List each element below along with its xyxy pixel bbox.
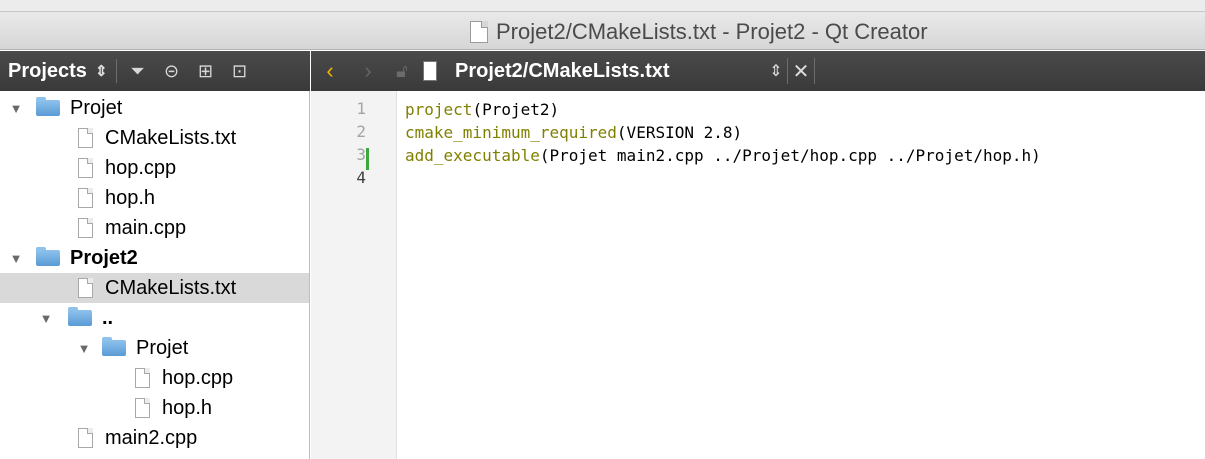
tree-item-label: .. [102,306,114,329]
tree-item-label: hop.h [162,396,213,419]
tree-item-file[interactable]: hop.cpp [0,153,309,183]
tree-item-label: Projet [70,96,123,119]
project-tree: ▼ Projet CMakeLists.txt hop.cpp hop.h ma… [0,91,309,453]
tree-item-file[interactable]: hop.cpp [0,363,309,393]
close-pane-icon[interactable]: ⊡ [227,61,253,82]
project-sidebar: Projects ⇕ ⏷ ⊝ ⊞ ⊡ ▼ Projet CMakeLists.t… [0,51,310,459]
tree-item-file[interactable]: CMakeLists.txt [0,123,309,153]
file-icon [78,128,93,148]
cmake-command: add_executable [405,146,540,165]
document-icon [423,61,437,81]
expand-arrow-icon[interactable]: ▼ [76,341,92,356]
folder-icon [68,307,92,326]
tree-item-label: main2.cpp [105,426,198,449]
file-icon [135,368,150,388]
tree-item-file[interactable]: hop.h [0,393,309,423]
cmake-command: cmake_minimum_required [405,123,617,142]
code-line[interactable]: cmake_minimum_required(VERSION 2.8) [405,121,1041,144]
tree-item-file[interactable]: main2.cpp [0,423,309,453]
sidebar-toolbar: Projects ⇕ ⏷ ⊝ ⊞ ⊡ [0,51,310,91]
tree-item-parent-dir[interactable]: ▼ .. [0,303,309,333]
cmake-args: (VERSION 2.8) [616,123,743,142]
close-icon[interactable]: ✕ [788,59,814,84]
tree-item-projet[interactable]: ▼ Projet [0,93,309,123]
cmake-args: (Projet2) [472,100,560,119]
folder-icon [36,247,60,266]
file-icon [78,188,93,208]
tree-item-label: main.cpp [105,216,187,239]
editor-toolbar: ‹ › 🔓︎ Projet2/CMakeLists.txt ⇕ ✕ [311,51,1205,91]
file-icon [78,428,93,448]
window-title: Projet2/CMakeLists.txt - Projet2 - Qt Cr… [470,18,928,46]
tree-item-label: CMakeLists.txt [105,126,237,149]
tree-item-file-selected[interactable]: CMakeLists.txt [0,273,309,303]
folder-icon [102,337,126,356]
window-title-text: Projet2/CMakeLists.txt - Projet2 - Qt Cr… [496,19,928,44]
open-file-selector[interactable]: Projet2/CMakeLists.txt [455,60,765,83]
line-number: 1 [356,99,366,118]
change-marker [366,148,369,170]
folder-icon [36,97,60,116]
up-down-icon: ⇕ [94,63,108,80]
link-icon[interactable]: ⊝ [159,61,185,82]
code-line[interactable] [405,167,1041,190]
titlebar-top-strip [0,0,1205,12]
split-icon[interactable]: ⊞ [193,61,219,82]
tree-item-file[interactable]: main.cpp [0,213,309,243]
file-icon [78,278,93,298]
tree-item-label: hop.cpp [162,366,234,389]
line-number: 2 [356,122,366,141]
cmake-args: (Projet main2.cpp ../Projet/hop.cpp ../P… [539,146,1041,165]
code-line[interactable]: project(Projet2) [405,98,1041,121]
tree-item-label: Projet [136,336,189,359]
expand-arrow-icon[interactable]: ▼ [8,101,24,116]
file-icon [135,398,150,418]
tree-item-projet-sub[interactable]: ▼ Projet [0,333,309,363]
tree-item-projet2[interactable]: ▼ Projet2 [0,243,309,273]
line-number-current: 4 [356,168,366,187]
tree-item-file[interactable]: hop.h [0,183,309,213]
toolbar-separator [115,59,117,83]
toolbar-separator [814,58,815,84]
projects-selector[interactable]: Projects ⇕ [8,60,108,83]
cmake-command: project [405,100,473,119]
code-line[interactable]: add_executable(Projet main2.cpp ../Proje… [405,144,1041,167]
window-titlebar: Projet2/CMakeLists.txt - Projet2 - Qt Cr… [0,0,1205,50]
file-icon [78,218,93,238]
tree-item-label: Projet2 [70,246,138,269]
unlock-icon[interactable]: 🔓︎ [387,61,417,82]
back-arrow-icon[interactable]: ‹ [311,58,349,84]
expand-arrow-icon[interactable]: ▼ [8,251,24,266]
line-number: 3 [356,145,366,164]
filter-icon[interactable]: ⏷ [125,61,151,82]
tree-item-label: hop.h [105,186,156,209]
forward-arrow-icon[interactable]: › [349,58,387,84]
up-down-icon[interactable]: ⇕ [765,61,787,81]
file-icon [78,158,93,178]
document-icon [470,21,488,43]
projects-selector-label: Projects [8,59,87,82]
tree-item-label: hop.cpp [105,156,177,179]
code-editor[interactable]: project(Projet2) cmake_minimum_required(… [405,98,1041,190]
tree-item-label: CMakeLists.txt [105,276,237,299]
line-number-gutter: 1 2 3 4 [311,91,397,459]
expand-arrow-icon[interactable]: ▼ [38,311,54,326]
